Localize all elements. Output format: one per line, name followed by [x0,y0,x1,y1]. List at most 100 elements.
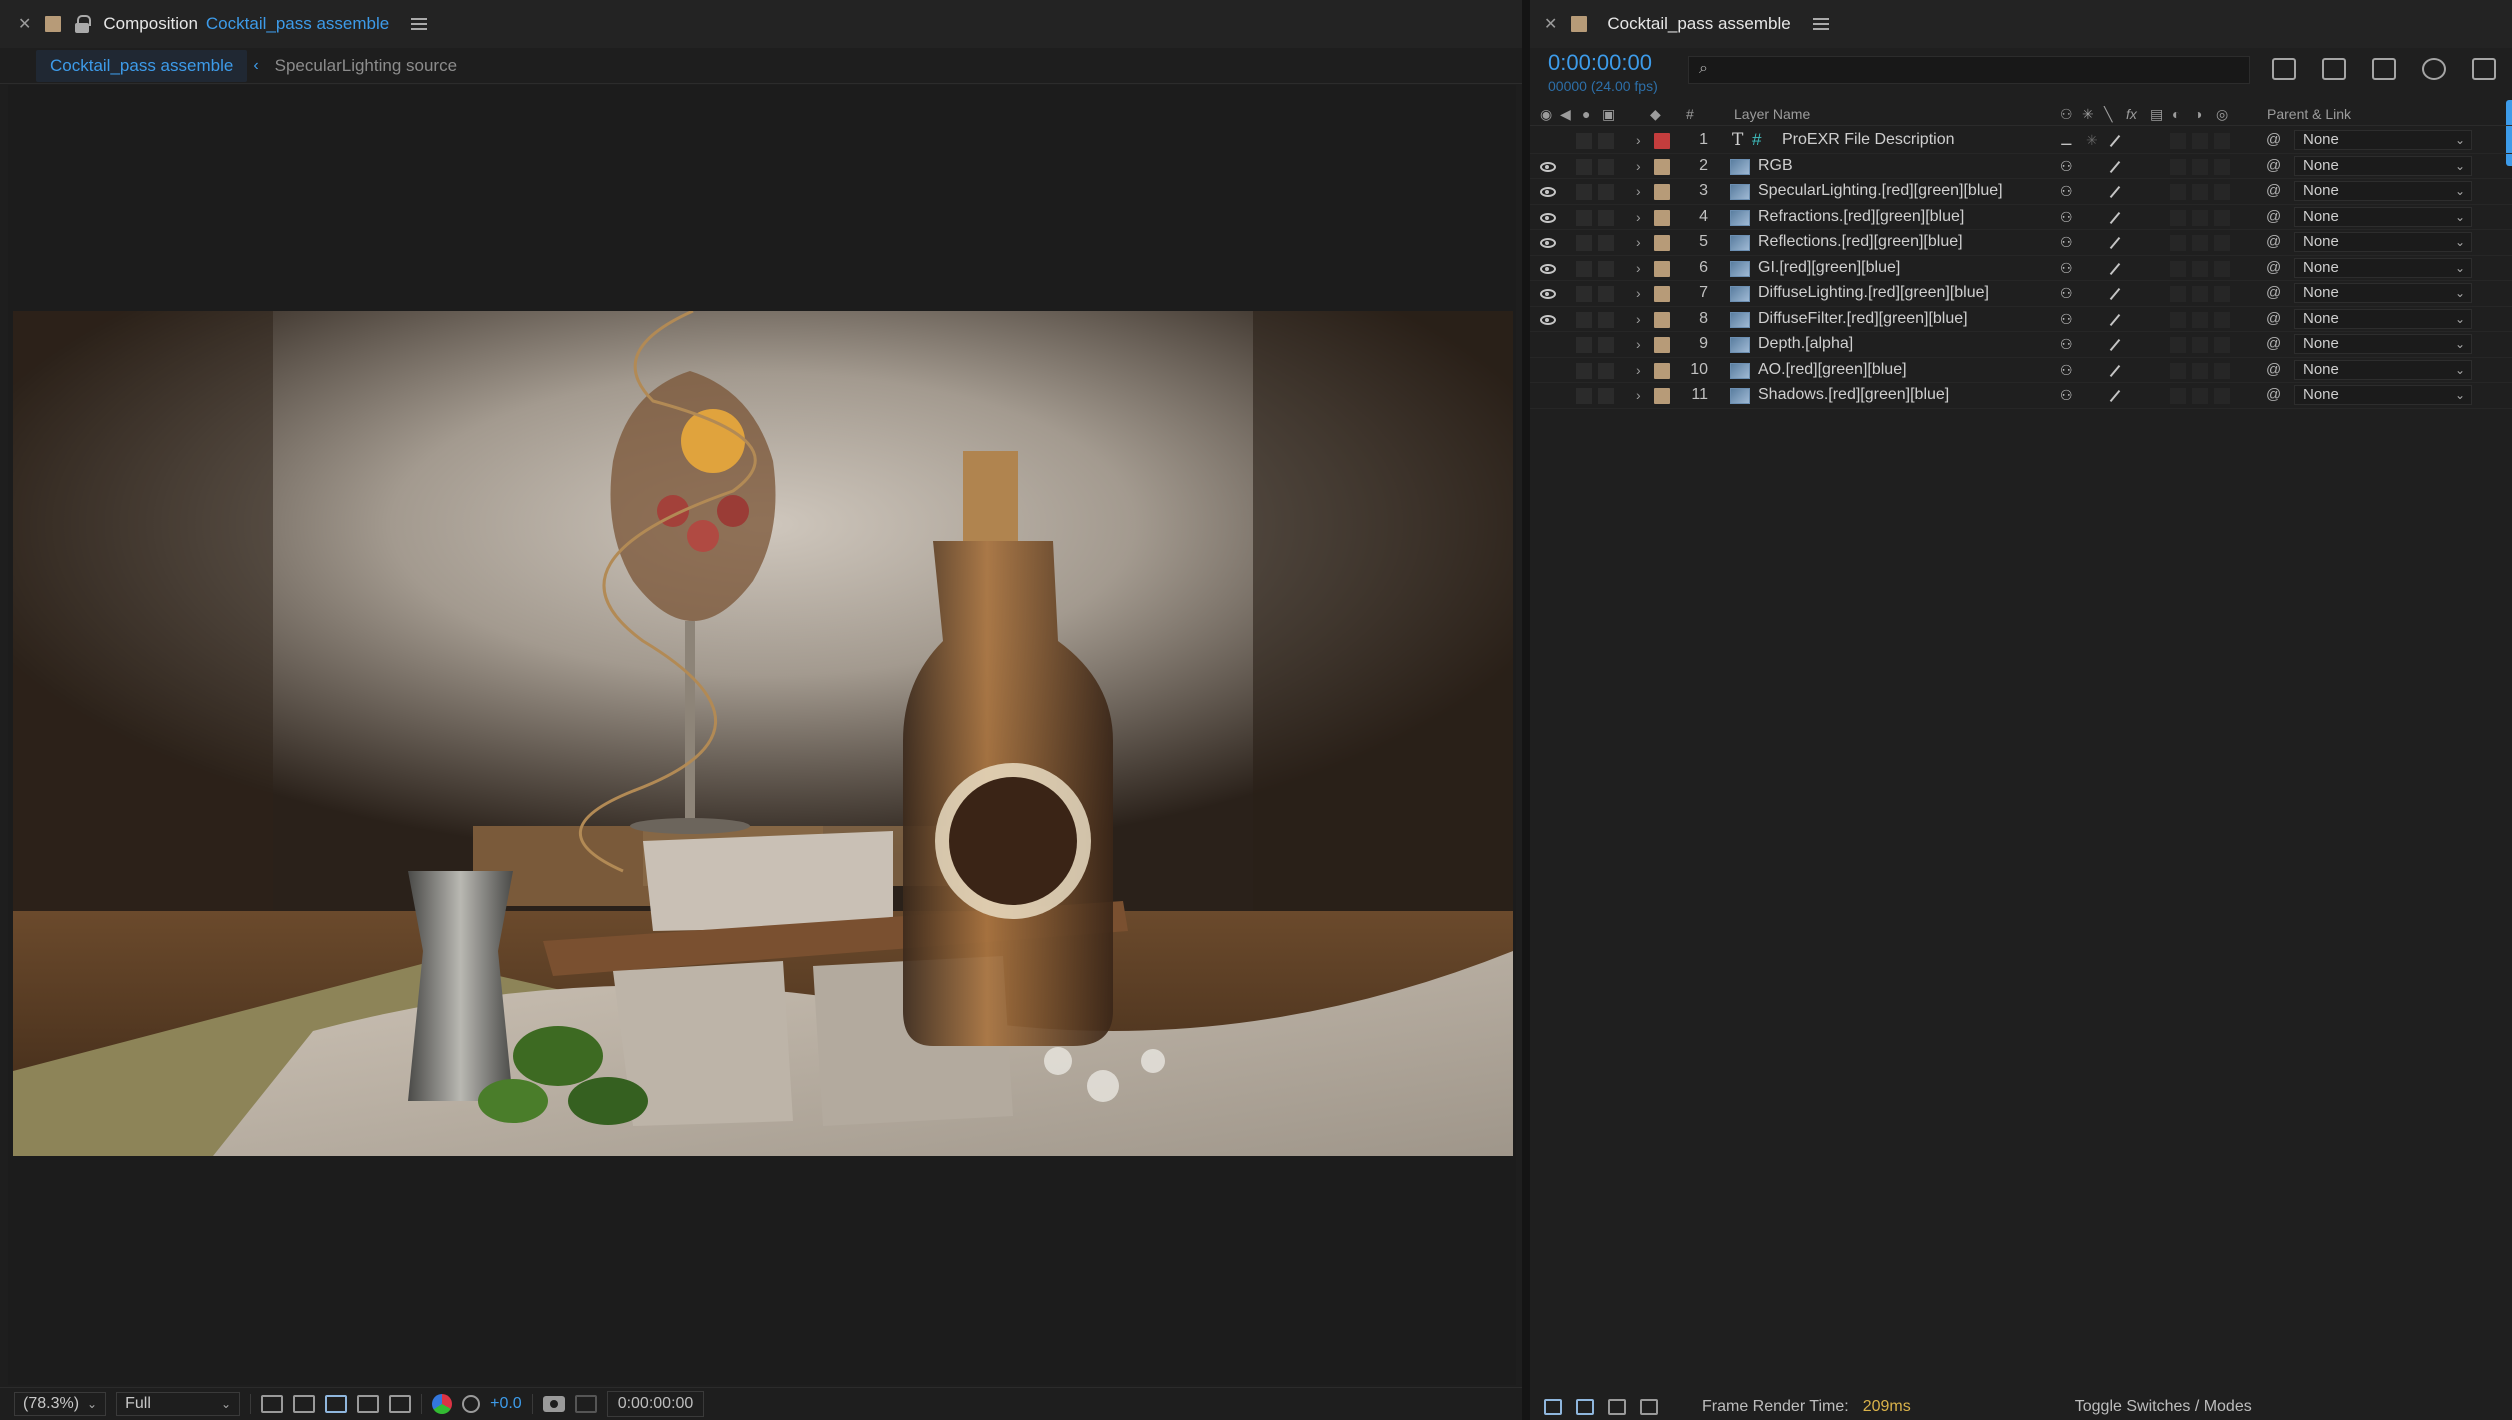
motion-blur-switch[interactable] [2170,362,2186,379]
composition-flowchart-icon[interactable] [2272,58,2296,80]
lock-switch[interactable] [1598,260,1614,277]
quality-slash-icon[interactable] [2109,338,2121,352]
layer-label-color[interactable] [1654,184,1670,200]
chevron-right-icon[interactable]: › [1636,132,1641,148]
solo-switch[interactable] [1576,362,1592,379]
shy-switch-icon[interactable]: ⚇ [2060,362,2073,379]
magnification-dropdown[interactable]: (78.3%) ⌄ [14,1392,107,1416]
3d-switch[interactable] [2214,362,2230,379]
pick-whip-spiral-icon[interactable]: @ [2266,386,2281,403]
layer-name[interactable]: Reflections.[red][green][blue] [1758,233,1963,251]
column-layer-name[interactable]: Layer Name [1734,106,1810,122]
pick-whip-spiral-icon[interactable]: @ [2266,310,2281,327]
eye-icon[interactable] [1540,340,1556,350]
pick-whip-spiral-icon[interactable]: @ [2266,208,2281,225]
eye-icon[interactable] [1540,212,1556,223]
chevron-right-icon[interactable]: › [1636,158,1641,174]
table-row[interactable]: › 11 Shadows.[red][green][blue] ⚇ @ None ⌄ [1530,383,2512,409]
column-parent-link[interactable]: Parent & Link [2267,106,2351,122]
visibility-column-eye-icon[interactable]: ◉ [1540,106,1552,123]
solo-switch[interactable] [1576,260,1592,277]
transfer-controls-pane-icon[interactable] [1576,1399,1594,1415]
in-out-pane-icon[interactable] [1608,1399,1626,1415]
close-tab-icon[interactable]: ✕ [1544,14,1557,34]
adjustment-switch[interactable] [2192,209,2208,226]
color-channels-icon[interactable] [432,1394,453,1414]
chevron-right-icon[interactable]: › [1636,260,1641,276]
quality-switch-icon[interactable]: ╲ [2104,106,2112,123]
adjustment-switch[interactable] [2192,260,2208,277]
quality-slash-icon[interactable] [2109,389,2121,403]
layer-label-color[interactable] [1654,362,1670,379]
parent-dropdown[interactable]: None ⌄ [2294,283,2472,303]
layer-label-color[interactable] [1654,260,1670,277]
3d-layer-switch-icon[interactable]: ◎ [2216,106,2228,123]
region-of-interest-icon[interactable] [357,1395,380,1413]
parent-dropdown[interactable]: None ⌄ [2294,334,2472,354]
table-row[interactable]: › 8 DiffuseFilter.[red][green][blue] ⚇ @ None… [1530,307,2512,332]
solo-switch[interactable] [1576,388,1592,404]
chevron-right-icon[interactable]: › [1636,183,1641,199]
panel-menu-icon[interactable] [411,18,428,30]
quality-slash-icon[interactable] [2109,160,2121,173]
composition-viewer[interactable] [8,85,1516,1385]
eye-icon[interactable] [1540,238,1556,248]
column-fx[interactable]: fx [2126,106,2137,122]
lock-switch[interactable] [1598,362,1614,379]
lock-switch[interactable] [1598,235,1614,251]
3d-switch[interactable] [2214,158,2230,175]
table-row[interactable]: › 9 Depth.[alpha] ⚇ @ None ⌄ [1530,332,2512,358]
layer-name[interactable]: RGB [1758,157,1793,175]
motion-blur-switch[interactable] [2170,311,2186,328]
eye-icon[interactable] [1540,161,1556,172]
quality-slash-icon[interactable] [2109,262,2121,275]
chevron-right-icon[interactable]: › [1636,336,1641,352]
parent-dropdown[interactable]: None ⌄ [2294,359,2472,380]
pick-whip-spiral-icon[interactable]: @ [2266,259,2281,276]
chevron-right-icon[interactable]: › [1636,285,1641,301]
parent-dropdown[interactable]: None ⌄ [2294,155,2472,176]
mask-visibility-icon[interactable] [325,1395,348,1413]
collapse-switch-icon[interactable]: ✳ [2082,106,2094,123]
motion-blur-switch[interactable] [2170,260,2186,277]
close-tab-icon[interactable]: ✕ [18,14,31,34]
pick-whip-spiral-icon[interactable]: @ [2266,157,2281,174]
chevron-right-icon[interactable]: › [1636,387,1641,403]
column-number[interactable]: # [1686,106,1694,122]
eye-icon[interactable] [1540,263,1556,274]
motion-blur-switch[interactable] [2170,133,2186,149]
pick-whip-spiral-icon[interactable]: @ [2266,233,2281,250]
lock-column-icon[interactable]: ▣ [1602,106,1615,123]
motion-blur-icon[interactable] [2422,58,2446,80]
parent-dropdown[interactable]: None ⌄ [2294,130,2472,150]
3d-switch[interactable] [2214,388,2230,404]
solo-column-dot-icon[interactable]: ● [1582,106,1590,122]
lock-switch[interactable] [1598,209,1614,226]
parent-dropdown[interactable]: None ⌄ [2294,206,2472,227]
layer-name[interactable]: ProEXR File Description [1782,131,1955,149]
adjustment-switch[interactable] [2192,235,2208,251]
parent-dropdown[interactable]: None ⌄ [2294,257,2472,278]
parent-dropdown[interactable]: None ⌄ [2294,181,2472,201]
adjustment-switch[interactable] [2192,337,2208,353]
lock-switch[interactable] [1598,311,1614,328]
layer-name[interactable]: DiffuseLighting.[red][green][blue] [1758,284,1989,302]
layer-name[interactable]: GI.[red][green][blue] [1758,259,1900,277]
layer-search-input[interactable]: ⌕ [1688,56,2250,84]
eye-icon[interactable] [1540,289,1556,299]
layer-label-color[interactable] [1654,158,1670,175]
adjustment-switch[interactable] [2192,286,2208,302]
exposure-value[interactable]: +0.0 [490,1395,522,1413]
chevron-right-icon[interactable]: › [1636,311,1641,327]
quality-slash-icon[interactable] [2109,185,2121,199]
label-column-tag-icon[interactable]: ◆ [1650,106,1661,123]
layer-label-color[interactable] [1654,311,1670,328]
solo-switch[interactable] [1576,133,1592,149]
shy-switch-icon[interactable]: ⚇ [2060,209,2073,226]
3d-switch[interactable] [2214,235,2230,251]
breadcrumb-source[interactable]: SpecularLighting source [275,56,457,76]
parent-dropdown[interactable]: None ⌄ [2294,308,2472,329]
layer-label-color[interactable] [1654,133,1670,149]
3d-switch[interactable] [2214,260,2230,277]
lock-switch[interactable] [1598,286,1614,302]
